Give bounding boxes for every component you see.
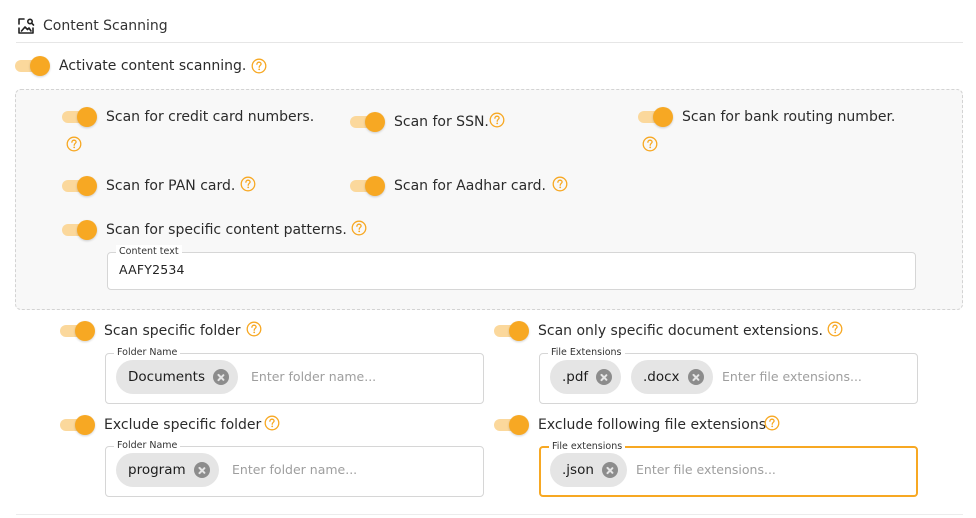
help-icon[interactable] — [251, 58, 267, 74]
scan-folder-label: Scan specific folder — [104, 323, 241, 339]
pan-card-label: Scan for PAN card. — [106, 178, 236, 194]
folder-chip: Documents — [116, 360, 238, 394]
scan-extensions-toggle[interactable] — [494, 321, 530, 341]
folder-name-legend: Folder Name — [114, 346, 181, 360]
exclude-folder-toggle[interactable] — [60, 415, 96, 435]
folder-name-legend: Folder Name — [114, 439, 181, 453]
scan-extensions-field[interactable]: File Extensions .pdf .docx Enter file ex… — [539, 346, 918, 404]
scan-folder-toggle[interactable] — [60, 321, 96, 341]
page-title: Content Scanning — [43, 18, 168, 34]
help-icon[interactable] — [351, 220, 367, 236]
help-icon[interactable] — [764, 415, 780, 431]
content-patterns-label: Scan for specific content patterns. — [106, 222, 347, 238]
exclude-folder-field[interactable]: Folder Name program Enter folder name... — [105, 439, 484, 497]
credit-card-toggle[interactable] — [62, 107, 98, 127]
activate-scanning-toggle[interactable] — [15, 56, 51, 76]
remove-chip-icon[interactable] — [193, 462, 210, 478]
chip-label: .pdf — [562, 369, 589, 385]
pan-card-toggle[interactable] — [62, 176, 98, 196]
content-text-legend: Content text — [116, 245, 182, 259]
chip-label: .json — [562, 462, 594, 478]
activate-scanning-label: Activate content scanning. — [59, 58, 247, 74]
help-icon[interactable] — [246, 321, 262, 337]
chip-label: Documents — [128, 369, 205, 385]
ssn-toggle[interactable] — [350, 112, 386, 132]
remove-chip-icon[interactable] — [596, 369, 613, 385]
exclude-extensions-field[interactable]: File extensions .json Enter file extensi… — [539, 440, 918, 497]
help-icon[interactable] — [827, 321, 843, 337]
extension-chip: .json — [550, 453, 627, 487]
remove-chip-icon[interactable] — [601, 462, 618, 478]
content-text-field[interactable]: Content text AAFY2534 — [107, 245, 916, 290]
help-icon[interactable] — [264, 415, 280, 431]
extension-chip: .docx — [631, 360, 713, 394]
footer-divider — [16, 514, 963, 515]
folder-input-placeholder[interactable]: Enter folder name... — [232, 462, 357, 477]
help-icon[interactable] — [240, 176, 256, 192]
chip-label: program — [128, 462, 186, 478]
file-extensions-legend: File Extensions — [548, 346, 625, 360]
extension-input-placeholder[interactable]: Enter file extensions... — [722, 369, 862, 384]
exclude-extensions-toggle[interactable] — [494, 415, 530, 435]
scan-image-icon — [16, 16, 36, 36]
header-divider — [16, 42, 963, 43]
folder-chip: program — [116, 453, 219, 487]
ssn-label: Scan for SSN. — [394, 114, 489, 130]
remove-chip-icon[interactable] — [212, 369, 229, 385]
help-icon[interactable] — [489, 112, 505, 128]
chip-label: .docx — [643, 369, 680, 385]
help-icon[interactable] — [552, 176, 568, 192]
aadhar-card-label: Scan for Aadhar card. — [394, 178, 547, 194]
credit-card-label: Scan for credit card numbers. — [106, 109, 315, 125]
exclude-extensions-label: Exclude following file extensions — [538, 417, 766, 433]
scan-extensions-label: Scan only specific document extensions. — [538, 323, 823, 339]
help-icon[interactable] — [642, 136, 658, 152]
remove-chip-icon[interactable] — [687, 369, 704, 385]
aadhar-card-toggle[interactable] — [350, 176, 386, 196]
bank-routing-toggle[interactable] — [638, 107, 674, 127]
content-patterns-toggle[interactable] — [62, 220, 98, 240]
folder-input-placeholder[interactable]: Enter folder name... — [251, 369, 376, 384]
help-icon[interactable] — [66, 136, 82, 152]
content-text-value: AAFY2534 — [119, 262, 185, 277]
file-extensions-legend: File extensions — [549, 440, 626, 454]
bank-routing-label: Scan for bank routing number. — [682, 109, 896, 125]
extension-chip: .pdf — [550, 360, 622, 394]
extension-input-placeholder[interactable]: Enter file extensions... — [636, 462, 776, 477]
scan-folder-field[interactable]: Folder Name Documents Enter folder name.… — [105, 346, 484, 404]
exclude-folder-label: Exclude specific folder — [104, 417, 262, 433]
